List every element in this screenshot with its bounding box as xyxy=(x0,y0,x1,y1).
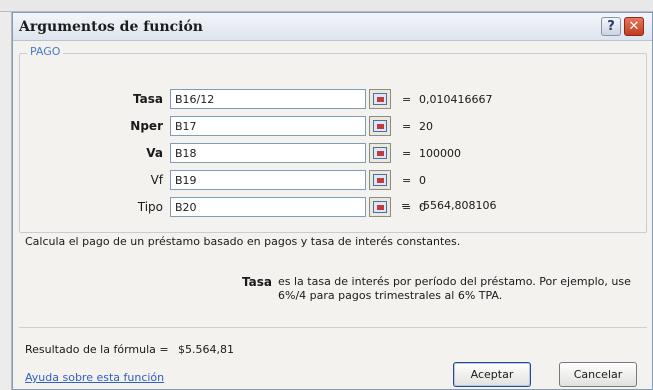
arg-label-nper: Nper xyxy=(130,119,163,133)
va-collapse-button[interactable] xyxy=(369,143,391,163)
range-select-icon xyxy=(373,120,387,132)
divider xyxy=(19,327,647,328)
arg-equals: = xyxy=(402,93,412,106)
question-icon: ? xyxy=(607,19,615,34)
va-value: 100000 xyxy=(419,147,461,160)
spreadsheet-background xyxy=(0,0,653,12)
row-headers-strip xyxy=(0,12,12,390)
ok-button[interactable]: Aceptar xyxy=(453,362,531,387)
arg-equals: = xyxy=(402,120,412,133)
formula-result-value: $5.564,81 xyxy=(178,343,234,356)
vf-value: 0 xyxy=(419,174,426,187)
range-select-icon xyxy=(373,174,387,186)
tasa-value: 0,010416667 xyxy=(419,93,493,106)
vf-collapse-button[interactable] xyxy=(369,170,391,190)
function-arguments-dialog: Argumentos de función ? ✕ PAGO Tasa B16/… xyxy=(12,12,653,390)
parameter-description: es la tasa de interés por período del pr… xyxy=(278,275,631,302)
arg-equals: = xyxy=(402,147,412,160)
arg-equals: = xyxy=(402,174,412,187)
nper-value: 20 xyxy=(419,120,433,133)
nper-collapse-button[interactable] xyxy=(369,116,391,136)
formula-result-label: Resultado de la fórmula = xyxy=(25,343,169,356)
range-select-icon xyxy=(373,93,387,105)
function-name-label: PAGO xyxy=(27,45,64,58)
arg-label-tipo: Tipo xyxy=(137,200,163,214)
range-select-icon xyxy=(373,201,387,213)
vf-input[interactable]: B19 xyxy=(170,170,366,190)
arg-label-va: Va xyxy=(146,146,163,160)
tipo-collapse-button[interactable] xyxy=(369,197,391,217)
title-bar: Argumentos de función ? ✕ xyxy=(13,13,652,41)
close-icon: ✕ xyxy=(628,19,640,34)
cancel-button[interactable]: Cancelar xyxy=(559,362,637,387)
function-description: Calcula el pago de un préstamo basado en… xyxy=(25,235,461,248)
close-button[interactable]: ✕ xyxy=(624,17,644,36)
result-equals: = xyxy=(401,199,411,212)
help-link[interactable]: Ayuda sobre esta función xyxy=(25,371,164,384)
arg-label-vf: Vf xyxy=(150,173,163,187)
function-result-value: -5564,808106 xyxy=(419,199,497,212)
tipo-input[interactable]: B20 xyxy=(170,197,366,217)
parameter-name: Tasa xyxy=(242,275,272,289)
help-button[interactable]: ? xyxy=(601,17,621,36)
tasa-input[interactable]: B16/12 xyxy=(170,89,366,109)
range-select-icon xyxy=(373,147,387,159)
dialog-title: Argumentos de función xyxy=(19,19,203,35)
va-input[interactable]: B18 xyxy=(170,143,366,163)
nper-input[interactable]: B17 xyxy=(170,116,366,136)
tasa-collapse-button[interactable] xyxy=(369,89,391,109)
arg-label-tasa: Tasa xyxy=(133,92,163,106)
